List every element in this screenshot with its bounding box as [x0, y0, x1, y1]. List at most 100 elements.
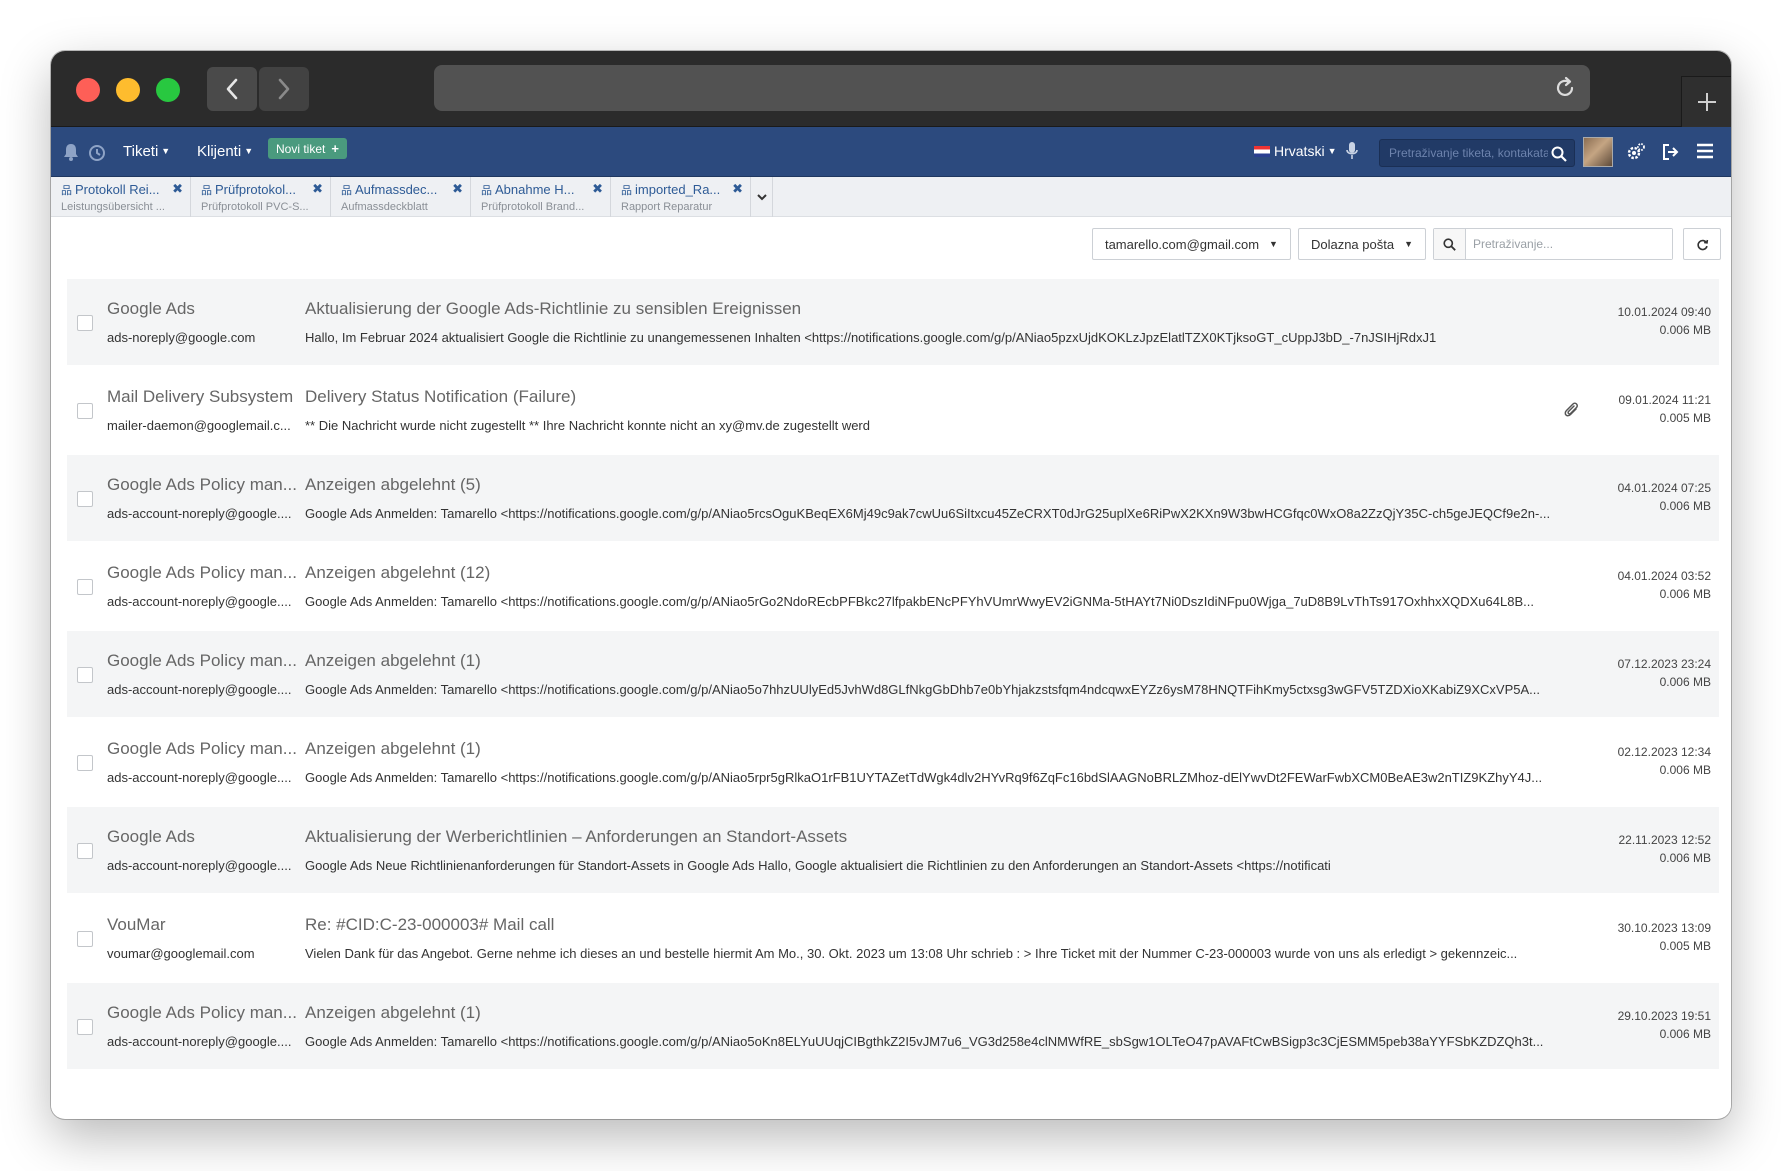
microphone-icon[interactable] [1345, 141, 1359, 161]
close-window-button[interactable] [76, 78, 100, 102]
message-date: 09.01.2024 11:21 [1618, 393, 1711, 407]
back-button[interactable] [207, 67, 257, 111]
message-subject: Anzeigen abgelehnt (1) [305, 1003, 481, 1022]
new-ticket-button[interactable]: Novi tiket + [268, 138, 347, 159]
search-button[interactable] [1434, 229, 1466, 259]
close-icon[interactable]: ✖ [732, 181, 743, 197]
message-size: 0.006 MB [1659, 675, 1711, 689]
clients-menu[interactable]: Klijenti ▼ [197, 143, 253, 160]
message-date: 02.12.2023 12:34 [1617, 745, 1711, 759]
message-row[interactable]: VouMar voumar@googlemail.com Re: #CID:C-… [67, 895, 1719, 983]
message-sender: Google Ads [107, 299, 195, 318]
message-checkbox[interactable] [77, 843, 93, 859]
message-sender: Google Ads [107, 827, 195, 846]
chevron-down-icon: ▼ [1327, 146, 1337, 156]
tab-subtitle: Prüfprotokoll PVC-S... [201, 201, 309, 213]
sitemap-icon: 品 [341, 185, 352, 197]
mail-search [1433, 228, 1673, 260]
message-preview: Google Ads Neue Richtlinienanforderungen… [305, 858, 1331, 873]
message-checkbox[interactable] [77, 315, 93, 331]
message-sender: Google Ads Policy man... [107, 739, 297, 758]
document-tab[interactable]: 品 Abnahme H... Prüfprotokoll Brand... ✖ [471, 177, 611, 217]
tab-title: Prüfprotokol... [215, 182, 296, 197]
close-icon[interactable]: ✖ [452, 181, 463, 197]
hamburger-menu-icon[interactable] [1696, 143, 1714, 159]
tabs-overflow-button[interactable] [751, 177, 773, 217]
document-tab[interactable]: 品 Protokoll Rei... Leistungsübersicht ...… [51, 177, 191, 217]
bell-icon[interactable] [62, 142, 80, 162]
close-icon[interactable]: ✖ [592, 181, 603, 197]
message-checkbox[interactable] [77, 403, 93, 419]
message-sender: Google Ads Policy man... [107, 563, 297, 582]
message-row[interactable]: Google Ads ads-noreply@google.com Aktual… [67, 279, 1719, 367]
language-selector[interactable]: Hrvatski ▼ [1254, 143, 1336, 159]
message-sender-email: ads-account-noreply@google.... [107, 682, 292, 697]
message-size: 0.006 MB [1659, 323, 1711, 337]
close-icon[interactable]: ✖ [312, 181, 323, 197]
minimize-window-button[interactable] [116, 78, 140, 102]
mailbox-toolbar: tamarello.com@gmail.com ▼ Dolazna pošta ▼ [1091, 228, 1721, 260]
message-sender-email: ads-account-noreply@google.... [107, 858, 292, 873]
message-checkbox[interactable] [77, 931, 93, 947]
message-sender: VouMar [107, 915, 166, 934]
message-row[interactable]: Google Ads Policy man... ads-account-nor… [67, 719, 1719, 807]
message-checkbox[interactable] [77, 755, 93, 771]
maximize-window-button[interactable] [156, 78, 180, 102]
message-row[interactable]: Mail Delivery Subsystem mailer-daemon@go… [67, 367, 1719, 455]
plus-icon [1697, 93, 1716, 111]
message-size: 0.006 MB [1659, 587, 1711, 601]
message-list: Google Ads ads-noreply@google.com Aktual… [67, 279, 1719, 1071]
message-subject: Re: #CID:C-23-000003# Mail call [305, 915, 555, 934]
mail-search-input[interactable] [1466, 229, 1672, 259]
message-date: 29.10.2023 19:51 [1617, 1009, 1711, 1023]
message-checkbox[interactable] [77, 1019, 93, 1035]
message-subject: Anzeigen abgelehnt (1) [305, 739, 481, 758]
forward-button[interactable] [259, 67, 309, 111]
message-date: 30.10.2023 13:09 [1617, 921, 1711, 935]
message-preview: Google Ads Anmelden: Tamarello <https://… [305, 1034, 1544, 1049]
new-tab-button[interactable] [1681, 76, 1731, 127]
global-search-input[interactable] [1380, 140, 1548, 166]
folder-select[interactable]: Dolazna pošta ▼ [1297, 228, 1426, 260]
message-size: 0.006 MB [1659, 1027, 1711, 1041]
message-sender: Google Ads Policy man... [107, 651, 297, 670]
message-sender-email: ads-account-noreply@google.... [107, 594, 292, 609]
caret-down-icon: ▼ [1404, 239, 1413, 249]
chevron-right-icon [278, 78, 290, 100]
message-row[interactable]: Google Ads Policy man... ads-account-nor… [67, 983, 1719, 1071]
message-checkbox[interactable] [77, 491, 93, 507]
message-row[interactable]: Google Ads Policy man... ads-account-nor… [67, 631, 1719, 719]
close-icon[interactable]: ✖ [172, 181, 183, 197]
document-tab[interactable]: 品 Prüfprotokol... Prüfprotokoll PVC-S... … [191, 177, 331, 217]
address-bar[interactable] [434, 65, 1590, 111]
message-preview: Google Ads Anmelden: Tamarello <https://… [305, 770, 1543, 785]
tab-title: Protokoll Rei... [75, 182, 160, 197]
message-checkbox[interactable] [77, 667, 93, 683]
message-row[interactable]: Google Ads Policy man... ads-account-nor… [67, 543, 1719, 631]
message-preview: ** Die Nachricht wurde nicht zugestellt … [305, 418, 870, 433]
message-row[interactable]: Google Ads ads-account-noreply@google...… [67, 807, 1719, 895]
browser-window: Tiketi ▼ Klijenti ▼ Novi tiket + Hrvatski ▼… [51, 51, 1731, 1119]
message-row[interactable]: Google Ads Policy man... ads-account-nor… [67, 455, 1719, 543]
message-subject: Aktualisierung der Google Ads-Richtlinie… [305, 299, 802, 318]
clock-icon[interactable] [88, 142, 106, 162]
paperclip-icon [1564, 402, 1578, 417]
refresh-icon [1696, 239, 1708, 250]
message-checkbox[interactable] [77, 579, 93, 595]
app-header: Tiketi ▼ Klijenti ▼ Novi tiket + Hrvatski ▼ [51, 127, 1731, 177]
reload-icon[interactable] [1552, 75, 1578, 101]
mailbox-panel: tamarello.com@gmail.com ▼ Dolazna pošta ▼ … [51, 217, 1731, 1117]
document-tab[interactable]: 品 imported_Ra... Rapport Reparatur ✖ [611, 177, 751, 217]
refresh-button[interactable] [1683, 228, 1721, 260]
tickets-menu[interactable]: Tiketi ▼ [123, 143, 170, 160]
search-icon[interactable] [1551, 146, 1567, 162]
account-select[interactable]: tamarello.com@gmail.com ▼ [1091, 228, 1291, 260]
logout-icon[interactable] [1661, 142, 1681, 162]
message-size: 0.006 MB [1659, 851, 1711, 865]
plus-icon: + [331, 141, 339, 156]
document-tab[interactable]: 品 Aufmassdec... Aufmassdeckblatt ✖ [331, 177, 471, 217]
message-sender: Google Ads Policy man... [107, 475, 297, 494]
message-sender: Google Ads Policy man... [107, 1003, 297, 1022]
user-avatar[interactable] [1583, 137, 1613, 167]
gears-icon[interactable] [1626, 142, 1646, 162]
